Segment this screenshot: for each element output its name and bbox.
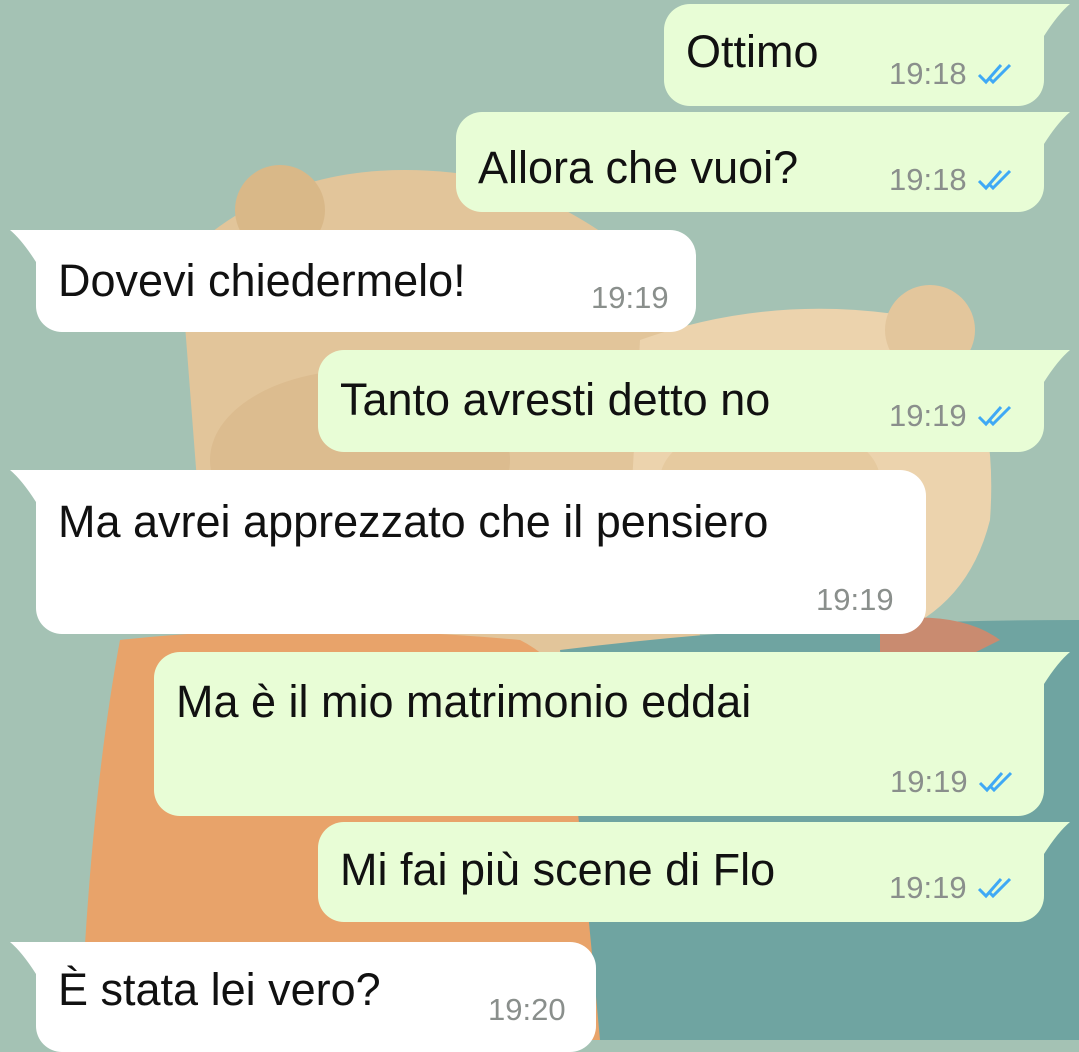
message-text: Ottimo	[686, 26, 819, 77]
message-text: Tanto avresti detto no	[340, 374, 771, 425]
message-meta: 19:19	[889, 870, 1015, 906]
message-timestamp: 19:18	[889, 162, 967, 197]
read-double-check-icon	[977, 405, 1011, 427]
message-timestamp: 19:19	[816, 582, 894, 617]
message-text: È stata lei vero?	[58, 964, 381, 1015]
message-meta: 19:19	[890, 764, 1016, 800]
bubble-tail	[10, 230, 44, 262]
message-timestamp: 19:19	[889, 398, 967, 433]
message-meta: 19:19	[591, 280, 669, 316]
bubble-tail	[1036, 822, 1070, 854]
message-timestamp: 19:18	[889, 56, 967, 91]
message-meta: 19:18	[889, 56, 1015, 92]
message-meta: 19:18	[889, 162, 1015, 198]
read-double-check-icon	[977, 877, 1011, 899]
incoming-message-bubble[interactable]: Dovevi chiedermelo! 19:19	[10, 230, 696, 332]
message-timestamp: 19:19	[890, 764, 968, 799]
bubble-tail	[1036, 350, 1070, 382]
bubble-tail	[10, 942, 44, 974]
message-text: Allora che vuoi?	[478, 142, 799, 193]
outgoing-message-bubble[interactable]: Mi fai più scene di Flo 19:19	[318, 822, 1070, 922]
message-timestamp: 19:19	[591, 280, 669, 315]
outgoing-message-bubble[interactable]: Ma è il mio matrimonio eddai 19:19	[154, 652, 1070, 816]
message-text: Dovevi chiedermelo!	[58, 255, 466, 306]
bubble-tail	[10, 470, 44, 502]
incoming-message-bubble[interactable]: Ma avrei apprezzato che il pensiero 19:19	[10, 470, 926, 634]
read-double-check-icon	[977, 169, 1011, 191]
message-text: Mi fai più scene di Flo	[340, 844, 776, 895]
bubble-tail	[1036, 112, 1070, 144]
outgoing-message-bubble[interactable]: Allora che vuoi? 19:18	[456, 112, 1070, 212]
outgoing-message-bubble[interactable]: Ottimo 19:18	[664, 4, 1070, 106]
outgoing-message-bubble[interactable]: Tanto avresti detto no 19:19	[318, 350, 1070, 452]
incoming-message-bubble[interactable]: È stata lei vero? 19:20	[10, 942, 596, 1052]
bubble-tail	[1036, 652, 1070, 684]
message-text: Ma è il mio matrimonio eddai	[176, 676, 752, 727]
message-meta: 19:19	[816, 582, 894, 618]
message-meta: 19:20	[488, 992, 566, 1028]
message-timestamp: 19:19	[889, 870, 967, 905]
read-double-check-icon	[978, 771, 1012, 793]
bubble-tail	[1036, 4, 1070, 36]
message-meta: 19:19	[889, 398, 1015, 434]
message-timestamp: 19:20	[488, 992, 566, 1027]
message-text: Ma avrei apprezzato che il pensiero	[58, 496, 769, 547]
read-double-check-icon	[977, 63, 1011, 85]
